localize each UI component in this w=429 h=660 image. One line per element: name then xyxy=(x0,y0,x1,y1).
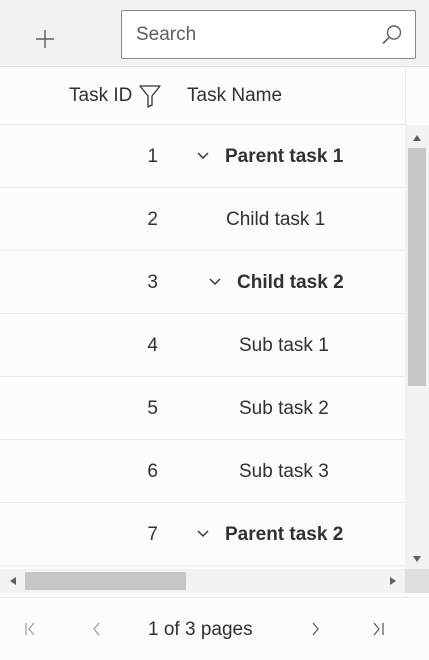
horizontal-scrollbar[interactable] xyxy=(0,569,405,593)
grid-rows: 1 Parent task 1 2 Child task 1 3 Child t… xyxy=(0,125,405,569)
chevron-down-icon[interactable] xyxy=(196,149,210,163)
task-name-cell: Child task 1 xyxy=(226,209,326,230)
task-name-cell: Sub task 2 xyxy=(239,398,329,419)
table-row[interactable]: 6 Sub task 3 xyxy=(0,440,405,503)
scrollbar-corner xyxy=(405,569,429,593)
task-name-cell: Parent task 2 xyxy=(225,524,344,545)
last-page-icon[interactable] xyxy=(369,620,387,638)
task-name-cell: Parent task 1 xyxy=(225,146,344,167)
toolbar xyxy=(0,0,429,67)
plus-icon xyxy=(36,30,54,48)
add-button[interactable] xyxy=(22,16,68,62)
horizontal-scroll-thumb[interactable] xyxy=(25,572,186,590)
scroll-up-arrow-icon[interactable] xyxy=(411,133,423,143)
header-spacer xyxy=(405,67,429,125)
chevron-down-icon[interactable] xyxy=(208,275,222,289)
vertical-scroll-thumb[interactable] xyxy=(408,148,426,386)
previous-page-icon[interactable] xyxy=(88,620,106,638)
task-id-cell: 6 xyxy=(147,461,158,482)
first-page-icon[interactable] xyxy=(22,620,40,638)
filter-icon[interactable] xyxy=(138,83,162,109)
table-row[interactable]: 5 Sub task 2 xyxy=(0,377,405,440)
task-name-cell: Child task 2 xyxy=(237,272,344,293)
task-id-cell: 4 xyxy=(147,335,158,356)
table-row[interactable]: 1 Parent task 1 xyxy=(0,125,405,188)
pager: 1 of 3 pages xyxy=(0,597,429,660)
vertical-scrollbar[interactable] xyxy=(405,125,429,569)
table-row[interactable]: 2 Child task 1 xyxy=(0,188,405,251)
scroll-right-arrow-icon[interactable] xyxy=(388,575,398,587)
task-id-cell: 1 xyxy=(147,146,158,167)
task-name-cell: Sub task 1 xyxy=(239,335,329,356)
table-row[interactable]: 7 Parent task 2 xyxy=(0,503,405,566)
search-icon[interactable] xyxy=(381,24,403,46)
tree-grid: Task ID Task Name 1 Parent task 1 2 Chil… xyxy=(0,67,429,597)
column-header-task-name[interactable]: Task Name xyxy=(187,85,282,107)
table-row[interactable]: 4 Sub task 1 xyxy=(0,314,405,377)
task-id-cell: 2 xyxy=(147,209,158,230)
page-indicator: 1 of 3 pages xyxy=(148,619,253,640)
table-row[interactable]: 3 Child task 2 xyxy=(0,251,405,314)
next-page-icon[interactable] xyxy=(306,620,324,638)
column-header-task-id[interactable]: Task ID xyxy=(69,85,132,107)
task-id-cell: 7 xyxy=(147,524,158,545)
grid-header-row: Task ID Task Name xyxy=(0,67,405,125)
task-name-cell: Sub task 3 xyxy=(239,461,329,482)
search-input[interactable] xyxy=(136,11,376,58)
task-id-cell: 3 xyxy=(147,272,158,293)
scroll-left-arrow-icon[interactable] xyxy=(8,575,18,587)
chevron-down-icon[interactable] xyxy=(196,527,210,541)
search-box[interactable] xyxy=(121,10,416,59)
scroll-down-arrow-icon[interactable] xyxy=(411,554,423,564)
task-id-cell: 5 xyxy=(147,398,158,419)
